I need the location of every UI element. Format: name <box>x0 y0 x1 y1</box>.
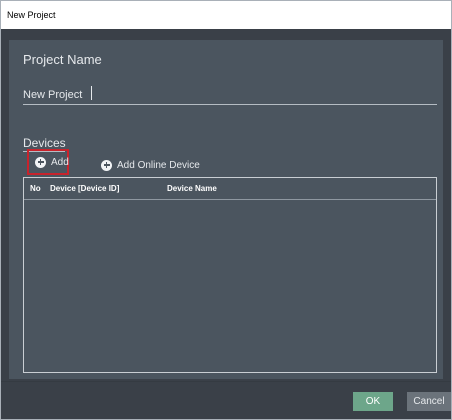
add-device-button[interactable]: Add <box>29 151 75 173</box>
window-title: New Project <box>1 1 451 29</box>
plus-circle-icon <box>35 156 46 168</box>
column-header-no[interactable]: No <box>30 184 41 193</box>
add-online-device-label: Add Online Device <box>117 159 200 171</box>
dialog-content: Project Name Devices Add Add Online Devi… <box>9 40 443 379</box>
column-header-device-name[interactable]: Device Name <box>167 184 217 193</box>
ok-button[interactable]: OK <box>353 392 393 411</box>
devices-heading: Devices <box>23 136 66 150</box>
dialog-frame: Project Name Devices Add Add Online Devi… <box>1 29 451 419</box>
footer-divider <box>1 381 451 382</box>
column-header-device-id[interactable]: Device [Device ID] <box>50 184 119 193</box>
add-online-device-button[interactable]: Add Online Device <box>101 157 200 173</box>
dialog-footer: OK Cancel <box>1 381 451 419</box>
add-device-label: Add <box>51 156 69 168</box>
text-caret <box>91 86 92 100</box>
project-name-heading: Project Name <box>23 52 102 67</box>
plus-circle-icon <box>101 159 112 171</box>
new-project-dialog: New Project Project Name Devices Add Add… <box>0 0 452 420</box>
devices-table[interactable]: No Device [Device ID] Device Name <box>23 177 437 373</box>
cancel-button[interactable]: Cancel <box>407 392 451 411</box>
project-name-input[interactable] <box>23 86 437 105</box>
devices-table-header: No Device [Device ID] Device Name <box>24 178 436 200</box>
